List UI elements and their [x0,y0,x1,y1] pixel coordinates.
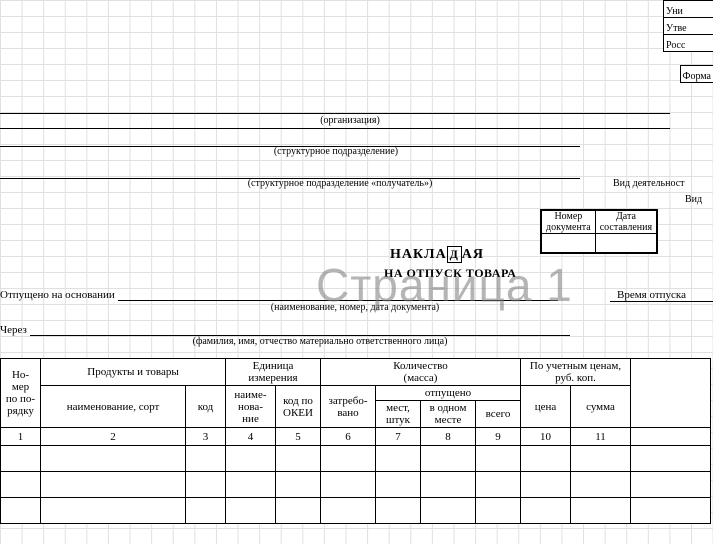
th-qty: Количество(масса) [321,359,521,386]
th-released: отпущено [376,386,521,401]
input-cherez[interactable] [30,321,570,336]
input-otpushcheno[interactable] [118,286,558,301]
th-cena: цена [521,386,571,428]
table-row [1,472,711,498]
docbox-head-number: Номердокумента [541,210,595,234]
caption-doc-details: (наименование, номер, дата документа) [245,302,465,313]
th-products: Продукты и товары [41,359,226,386]
table-column-numbers: 1 2 3 4 5 6 7 8 9 10 11 [1,428,711,446]
title-drop-cap: Д [447,246,462,263]
table-row [1,446,711,472]
th-code: код [186,386,226,428]
table-row [1,498,711,524]
row-cherez: Через [0,321,570,336]
th-one-place: в одномместе [421,401,476,428]
th-required: затребо-вано [321,386,376,428]
caption-struct2: (структурное подразделение «получатель») [220,178,460,189]
doc-number-date-box: Номердокумента Датасоставления [540,209,658,254]
line-organization [0,128,670,129]
label-time: Время отпуска [617,289,686,301]
header-top-right-line2: Утве [663,17,713,34]
input-time[interactable] [610,301,713,302]
th-okei: код поОКЕИ [276,386,321,428]
th-naim: наиме-нова-ние [226,386,276,428]
caption-struct1: (структурное подразделение) [246,146,426,157]
docbox-head-date: Датасоставления [595,210,657,234]
label-otpushcheno: Отпущено на основании [0,289,115,301]
caption-organization: (организация) [300,115,400,126]
label-vid-deyatelnosti: Вид деятельност [613,178,713,189]
label-vid: Вид [685,194,713,205]
th-unit: Единицаизмерения [226,359,321,386]
doc-subtitle: НА ОТПУСК ТОВАРА [384,266,516,281]
header-forma: Форма [680,65,713,83]
header-top-right: Уни Утве Росс [663,0,713,52]
main-table: Но-мерпо по-рядку Продукты и товары Един… [0,358,711,524]
th-price: По учетным ценам,руб. коп. [521,359,631,386]
label-cherez: Через [0,324,27,336]
header-top-right-line3: Росс [663,34,713,52]
th-total: всего [476,401,521,428]
caption-fio: (фамилия, имя, отчество материально отве… [160,336,480,347]
th-overflow [631,359,711,428]
th-number: Но-мерпо по-рядку [1,359,41,428]
row-otpushcheno: Отпущено на основании [0,286,558,301]
header-top-right-line1: Уни [663,0,713,17]
docbox-value-date[interactable] [595,234,657,254]
th-summa: сумма [571,386,631,428]
docbox-value-number[interactable] [541,234,595,254]
th-name-sort: наименование, сорт [41,386,186,428]
th-mest: мест,штук [376,401,421,428]
doc-title: НАКЛАДАЯ [390,246,484,263]
line-organization-top [0,113,670,114]
